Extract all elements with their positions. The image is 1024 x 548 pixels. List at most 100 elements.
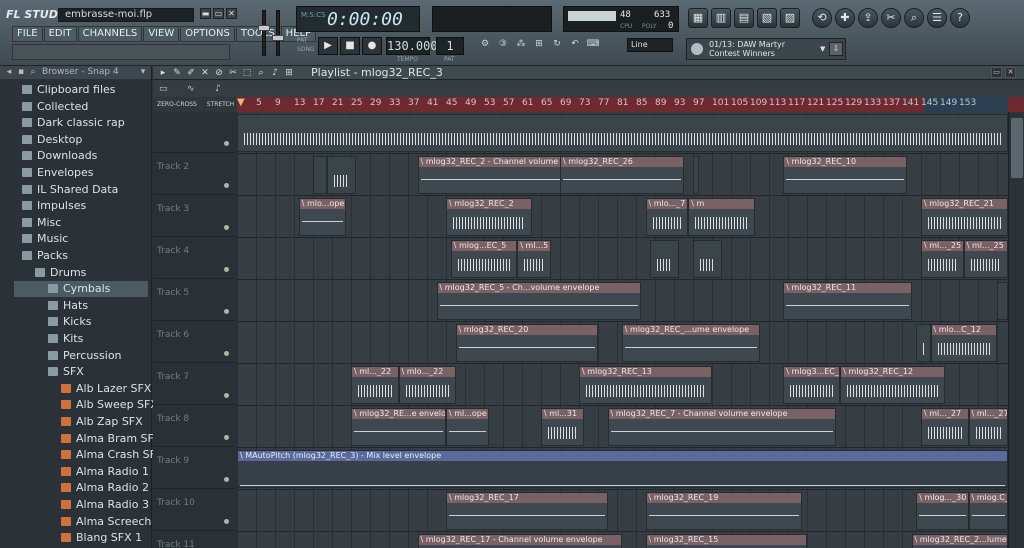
save-icon[interactable]: ✚ [835, 8, 855, 28]
note-icon[interactable]: ♪ [215, 83, 229, 95]
help-icon[interactable]: ? [950, 8, 970, 28]
menu-options[interactable]: OPTIONS [180, 26, 235, 42]
close-window-icon[interactable]: ✕ [1005, 67, 1016, 78]
audio-clip[interactable]: \ mlog32_REC_15 [645, 534, 807, 548]
snap-toggle-icon[interactable]: ▭ [159, 83, 173, 95]
play-button[interactable]: ▶ [318, 37, 338, 55]
tempo-display[interactable]: 130.000 [386, 37, 438, 55]
audio-clip[interactable]: \ mlog3...EC_12 [783, 366, 841, 404]
audio-clip[interactable] [237, 114, 1008, 152]
vertical-scrollbar[interactable] [1008, 112, 1024, 548]
timeline-ruler[interactable]: ZERO-CROSS STRETCH 5 9 13 17 21 25 29 33 37 41 45 4… [153, 97, 1024, 112]
audio-clip[interactable]: \ mlog32_REC_...ume envelope [621, 324, 760, 362]
browser-folder[interactable]: Percussion [14, 348, 148, 364]
track-header[interactable]: Track 9 [153, 448, 235, 489]
browser-file[interactable]: Alma Radio 2 SFX [14, 480, 173, 496]
time-display[interactable]: M:S:CS 0:00:00 [296, 6, 420, 32]
chevron-down-icon[interactable]: ▼ [820, 45, 825, 53]
audio-clip[interactable]: \ mlog32_REC_10 [783, 156, 907, 194]
menu-channels[interactable]: CHANNELS [77, 26, 143, 42]
audio-clip[interactable]: \ m [688, 198, 755, 236]
tempo-curve-icon[interactable]: ∿ [187, 83, 201, 95]
track-header[interactable]: Track 8 [153, 406, 235, 447]
audio-clip[interactable]: \ mlog32_REC_2...lume envelope [911, 534, 1008, 548]
minimize-icon[interactable]: ▬ [200, 8, 211, 19]
audio-clip[interactable]: \ mlog..._30 [916, 492, 969, 530]
track-mute-led[interactable] [224, 519, 229, 524]
loop-record-icon[interactable]: ↻ [550, 38, 564, 50]
browser-folder[interactable]: Cymbals [14, 281, 148, 298]
audio-clip[interactable]: \ ml..._27 [921, 408, 969, 446]
audio-clip[interactable]: \ mlog32_REC_2 [446, 198, 532, 236]
maximize-icon[interactable]: ▭ [213, 8, 224, 19]
cut-icon[interactable]: ✂ [881, 8, 901, 28]
audio-clip[interactable]: \ mlog.C_30 [968, 492, 1008, 530]
audio-clip[interactable]: \ mlo...ope [298, 198, 347, 236]
audio-clip[interactable]: \ mlo..._22 [398, 366, 456, 404]
step-icon[interactable]: ⊞ [532, 38, 546, 50]
master-volume-slider[interactable] [258, 10, 270, 56]
track-mute-led[interactable] [224, 309, 229, 314]
audio-clip[interactable]: \ ml...5 [517, 240, 551, 278]
browser-file[interactable]: Alb Lazer SFX [14, 381, 151, 397]
stretch-label[interactable]: STRETCH [207, 101, 234, 108]
step-sequencer-icon[interactable]: ▥ [711, 8, 731, 28]
browser-folder[interactable]: Desktop [14, 132, 148, 148]
track-header[interactable]: Track 11 [153, 532, 235, 548]
audio-clip[interactable]: \ mlog32_REC_20 [455, 324, 598, 362]
browser-file[interactable]: Alma Screech SFX [14, 514, 176, 530]
mute-mode-icon[interactable]: ⊘ [213, 67, 225, 79]
record-button[interactable]: ● [362, 37, 382, 55]
snap-mode-select[interactable]: Line [627, 38, 673, 52]
browser-file[interactable]: Alma Crash SFX [14, 447, 164, 463]
playlist-grid[interactable]: \ mlog32_REC_2 - Channel volume en \ mlog… [237, 112, 1008, 548]
browser-folder[interactable]: Impulses [14, 198, 148, 214]
restore-window-icon[interactable]: ▭ [991, 67, 1002, 78]
audio-clip[interactable]: \ ml...31 [541, 408, 584, 446]
menu-view[interactable]: VIEW [143, 26, 180, 42]
audio-clip[interactable]: \ mlog...EC_5 [450, 240, 518, 278]
document-icon[interactable]: ☰ [927, 8, 947, 28]
track-mute-led[interactable] [224, 183, 229, 188]
audio-clip[interactable]: \ ml..._27 [968, 408, 1008, 446]
news-download-icon[interactable]: ⇩ [829, 42, 843, 56]
menu-icon[interactable]: ▾ [138, 67, 148, 77]
delete-mode-icon[interactable]: ✕ [199, 67, 211, 79]
browser-file[interactable]: Alma Radio 1 SFX [14, 464, 173, 480]
typing-keyboard-icon[interactable]: ⌨ [586, 38, 600, 50]
export-icon[interactable]: ⇪ [858, 8, 878, 28]
track-header[interactable]: Track 2 [153, 154, 235, 195]
browser-folder[interactable]: Dark classic rap [14, 115, 148, 131]
browser-file[interactable]: Alb Zap SFX [14, 414, 148, 430]
mixer-window-icon[interactable]: ▨ [780, 8, 800, 28]
browser-folder[interactable]: Downloads [14, 148, 148, 164]
browser-folder[interactable]: Misc [14, 215, 148, 231]
audio-clip[interactable]: \ ml..._25 [921, 240, 964, 278]
audio-clip[interactable]: \ mlog32_RE...e envelo [351, 408, 446, 446]
slice-mode-icon[interactable]: ✂ [227, 67, 239, 79]
slider-knob[interactable] [272, 35, 284, 41]
audio-clip[interactable]: \ mlo...C_12 [930, 324, 997, 362]
audio-clip[interactable]: \ mlog32_REC_19 [645, 492, 803, 530]
audio-clip[interactable] [693, 240, 722, 278]
news-panel[interactable]: 01/13: DAW Martyr Contest Winners ▼ ⇩ [686, 38, 846, 60]
track-header[interactable]: Track 6 [153, 322, 235, 363]
browser-folder[interactable]: Clipboard files [14, 82, 148, 98]
undo-history-icon[interactable]: ⟲ [812, 8, 832, 28]
blend-icon[interactable]: ⁂ [514, 38, 528, 50]
search-icon[interactable]: ⌕ [28, 67, 38, 77]
playhead-marker[interactable]: ▼ [237, 97, 245, 108]
audio-clip[interactable]: \ mlog32_REC_17 [446, 492, 608, 530]
pattern-number[interactable]: 1 [436, 37, 464, 55]
audio-clip[interactable] [916, 324, 931, 362]
audio-clip[interactable]: \ mlo..._7 [645, 198, 689, 236]
audio-clip[interactable]: \ mlog32_REC_13 [579, 366, 712, 404]
paint-mode-icon[interactable]: ✐ [185, 67, 197, 79]
scroll-thumb[interactable] [1011, 118, 1023, 178]
audio-clip[interactable]: \ mlog32_REC_21 [921, 198, 1008, 236]
track-mute-led[interactable] [224, 351, 229, 356]
browser-file[interactable]: Alma Bram SFX [14, 431, 161, 447]
browser-folder[interactable]: Collected [14, 99, 148, 115]
close-icon[interactable]: ✕ [226, 8, 237, 19]
slider-knob[interactable] [258, 25, 270, 31]
